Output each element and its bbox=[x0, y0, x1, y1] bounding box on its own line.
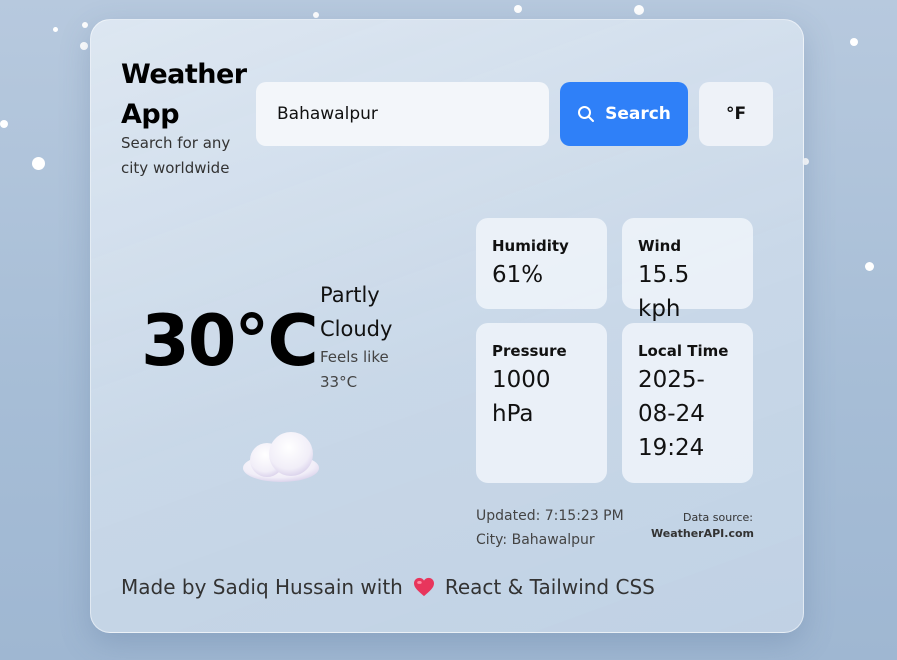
updated-city: City: Bahawalpur bbox=[476, 532, 595, 548]
snowflake bbox=[53, 27, 58, 32]
partly-cloudy-icon bbox=[243, 432, 319, 482]
unit-toggle-button[interactable]: °F bbox=[699, 82, 773, 146]
snowflake bbox=[850, 38, 858, 46]
wind-label: Wind bbox=[638, 237, 682, 255]
footer-prefix: Made by Sadiq Hussain with bbox=[121, 575, 403, 599]
feels-like-label: Feels like bbox=[320, 348, 389, 366]
data-source-link[interactable]: WeatherAPI.com bbox=[651, 527, 754, 540]
wind-value: 15.5 kph bbox=[638, 262, 690, 322]
heart-icon bbox=[413, 577, 434, 597]
pressure-value: 1000 hPa bbox=[492, 367, 551, 427]
local-time-value: 2025-08-24 19:24 bbox=[638, 367, 705, 461]
snowflake bbox=[32, 157, 45, 170]
humidity-label: Humidity bbox=[492, 237, 569, 255]
current-temperature: 30°C bbox=[141, 300, 319, 382]
pressure-card: Pressure 1000 hPa bbox=[476, 323, 607, 483]
humidity-card: Humidity 61% bbox=[476, 218, 607, 309]
humidity-value: 61% bbox=[492, 262, 544, 288]
snowflake bbox=[0, 120, 8, 128]
update-info: Updated: 7:15:23 PM City: Bahawalpur bbox=[476, 504, 624, 552]
data-source-label: Data source: bbox=[683, 511, 753, 524]
search-icon bbox=[578, 106, 595, 122]
app-title: Weather App bbox=[121, 55, 247, 135]
local-time-label: Local Time bbox=[638, 342, 729, 360]
condition-line2: Cloudy bbox=[320, 317, 393, 341]
city-search-input[interactable] bbox=[256, 82, 549, 146]
app-title-line2: App bbox=[121, 99, 180, 130]
feels-like: Feels like 33°C bbox=[320, 345, 420, 395]
snowflake bbox=[313, 12, 319, 18]
app-title-line1: Weather bbox=[121, 59, 247, 90]
snowflake bbox=[865, 262, 874, 271]
footer: Made by Sadiq Hussain with React & Tailw… bbox=[121, 572, 655, 602]
snowflake bbox=[514, 5, 522, 13]
wind-card: Wind 15.5 kph bbox=[622, 218, 753, 322]
feels-like-value: 33°C bbox=[320, 373, 358, 391]
search-button[interactable]: Search bbox=[560, 82, 688, 146]
search-button-label: Search bbox=[605, 104, 671, 124]
weather-condition: Partly Cloudy bbox=[320, 278, 430, 346]
snowflake bbox=[80, 42, 88, 50]
app-subtitle: Search for any city worldwide bbox=[121, 134, 231, 177]
local-time-card: Local Time 2025-08-24 19:24 bbox=[622, 323, 753, 483]
data-source: Data source: WeatherAPI.com bbox=[651, 510, 754, 542]
footer-suffix: React & Tailwind CSS bbox=[444, 575, 655, 599]
snowflake bbox=[634, 5, 644, 15]
snowflake bbox=[82, 22, 88, 28]
weather-card: Weather App Search for any city worldwid… bbox=[90, 19, 804, 633]
updated-time: Updated: 7:15:23 PM bbox=[476, 508, 624, 524]
condition-line1: Partly bbox=[320, 283, 380, 307]
pressure-label: Pressure bbox=[492, 342, 567, 360]
